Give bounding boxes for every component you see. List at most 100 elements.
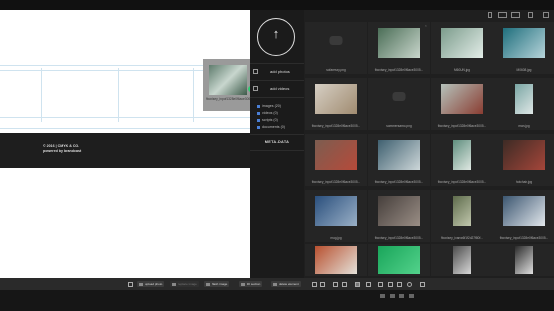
help-icon[interactable] bbox=[420, 282, 425, 287]
photo-icon bbox=[253, 69, 258, 74]
replace-icon bbox=[172, 282, 176, 286]
gallery-item-label: fboxisey_inpof1328e0f6ace3005... bbox=[374, 180, 424, 184]
gallery-item[interactable] bbox=[368, 244, 430, 276]
gallery-item[interactable]: M60UN.jpg bbox=[431, 22, 493, 74]
gallery-thumbnail bbox=[315, 140, 357, 170]
replace-image-button[interactable]: replace image bbox=[170, 281, 199, 287]
gallery-thumbnail bbox=[453, 246, 471, 274]
guide-line bbox=[0, 128, 250, 129]
gallery-item[interactable]: fboxisey_ivanw6f1f2d27f80f... bbox=[431, 190, 493, 242]
trash-icon[interactable] bbox=[528, 12, 533, 18]
publish-icon[interactable] bbox=[366, 282, 371, 287]
collapse-panel-icon[interactable] bbox=[543, 12, 549, 18]
dock-icon[interactable] bbox=[399, 294, 404, 298]
list-view-icon[interactable] bbox=[511, 12, 520, 18]
filter-scripts[interactable]: scripts (0) bbox=[257, 118, 278, 122]
desktop-view-icon[interactable] bbox=[333, 282, 338, 287]
gallery-item-label: hotchair.jpg bbox=[515, 180, 533, 184]
gallery-item[interactable]: × fboxisey_inpof1328e0f6ace3005... bbox=[368, 22, 430, 74]
gallery-item[interactable] bbox=[305, 244, 367, 276]
gallery-thumbnail bbox=[441, 84, 483, 114]
divider bbox=[250, 80, 304, 81]
divider bbox=[250, 150, 304, 151]
status-bar bbox=[0, 290, 554, 311]
image-placeholder-icon bbox=[329, 36, 343, 45]
download-icon[interactable] bbox=[488, 12, 492, 18]
divider bbox=[250, 97, 304, 98]
image-library-icon[interactable] bbox=[388, 282, 393, 287]
divider bbox=[250, 63, 304, 64]
drag-preview-image bbox=[209, 65, 247, 95]
gallery-item[interactable]: sofaresxy.png bbox=[305, 22, 367, 74]
undo-icon[interactable] bbox=[312, 282, 317, 287]
gallery-item[interactable] bbox=[431, 244, 493, 276]
gallery-toolbar bbox=[486, 12, 554, 22]
delete-icon bbox=[273, 282, 277, 286]
gallery-thumbnail bbox=[378, 28, 420, 58]
gallery-thumbnail bbox=[315, 196, 357, 226]
gallery-thumbnail bbox=[503, 140, 545, 170]
gallery-item-label: fboxisey_inpof1328e0f6ace3005... bbox=[437, 180, 487, 184]
grid-view-icon[interactable] bbox=[498, 12, 507, 18]
filter-videos[interactable]: videos (0) bbox=[257, 111, 278, 115]
upload-button[interactable]: ↑ bbox=[257, 18, 295, 56]
filter-images[interactable]: images (20) bbox=[257, 104, 281, 108]
gallery-item[interactable]: fboxisey_inpof1328e0f6ace3005... bbox=[305, 134, 367, 186]
dock-icon[interactable] bbox=[390, 294, 395, 298]
gallery-item-label: fboxisey_inpof1328e0f6ace3005... bbox=[499, 236, 549, 240]
footer-copyright: © 2016 | CMYK & CO. bbox=[43, 144, 80, 148]
gallery-thumbnail bbox=[378, 196, 420, 226]
preview-icon[interactable] bbox=[355, 282, 360, 287]
metadata-heading[interactable]: META-DATA bbox=[250, 140, 304, 144]
gallery-thumbnail bbox=[453, 196, 471, 226]
gallery-thumbnail bbox=[503, 28, 545, 58]
gallery-item[interactable]: fboxisey_inpof1328e0f6ace3005... bbox=[431, 78, 493, 130]
gallery-item-label: fboxisey_inpof1328e0f6ace3005... bbox=[437, 124, 487, 128]
gallery-thumbnail bbox=[515, 84, 533, 114]
gallery-item-label: fboxisey_inpof1328e0f6ace3005... bbox=[374, 68, 424, 72]
layers-icon[interactable] bbox=[397, 282, 402, 287]
add-photos-button[interactable]: add photos bbox=[270, 69, 290, 74]
gallery-item[interactable]: mug.jpg bbox=[305, 190, 367, 242]
site-footer[interactable]: © 2016 | CMYK & CO. powered by brandcast bbox=[0, 133, 250, 168]
divider bbox=[250, 134, 304, 135]
gallery-item-label: fboxisey_inpof1328e0f6ace3005... bbox=[374, 236, 424, 240]
remove-icon[interactable]: × bbox=[425, 23, 427, 28]
upload-photo-button[interactable]: upload photo bbox=[137, 281, 165, 287]
gallery-thumbnail bbox=[515, 246, 533, 274]
gallery-thumbnail bbox=[441, 28, 483, 58]
redo-icon[interactable] bbox=[320, 282, 325, 287]
upload-icon bbox=[139, 282, 143, 286]
add-videos-button[interactable]: add videos bbox=[270, 86, 289, 91]
menu-icon[interactable] bbox=[128, 282, 133, 287]
dock-icon[interactable] bbox=[409, 294, 414, 298]
filter-documents[interactable]: documents (0) bbox=[257, 125, 285, 129]
gallery-item-label: sofaresxy.png bbox=[326, 68, 346, 72]
flash-image-button[interactable]: flash image bbox=[204, 281, 230, 287]
gallery-item[interactable]: M0608.jpg bbox=[493, 22, 554, 74]
gallery-item[interactable]: hotchair.jpg bbox=[493, 134, 554, 186]
gallery-item[interactable]: fboxisey_inpof1328e0f6ace3005... bbox=[431, 134, 493, 186]
lift-icon bbox=[241, 282, 245, 286]
gallery-thumbnail bbox=[315, 246, 357, 274]
delete-element-button[interactable]: delete element bbox=[271, 281, 301, 287]
mobile-view-icon[interactable] bbox=[342, 282, 347, 287]
checkbox-icon bbox=[257, 118, 260, 122]
gallery-item[interactable]: sommersamo.png bbox=[368, 78, 430, 130]
image-placeholder-icon bbox=[392, 92, 406, 101]
checkbox-icon bbox=[257, 104, 260, 108]
gallery-item[interactable]: fboxisey_inpof1328e0f6ace3005... bbox=[305, 78, 367, 130]
gallery-item[interactable]: fboxisey_inpof1328e0f6ace3005... bbox=[493, 190, 554, 242]
dock-icon[interactable] bbox=[380, 294, 385, 298]
gallery-item[interactable] bbox=[493, 244, 554, 276]
drag-preview-caption: fboxisey_inpof1328e0f6ace3005... bbox=[206, 97, 255, 101]
guide-line bbox=[118, 68, 119, 122]
copy-icon[interactable] bbox=[378, 282, 383, 287]
gallery-item[interactable]: fboxisey_inpof1328e0f6ace3005... bbox=[368, 134, 430, 186]
gallery-item-label: sommersamo.png bbox=[386, 124, 412, 128]
gallery-item[interactable]: man.jpg bbox=[493, 78, 554, 130]
gallery-item[interactable]: fboxisey_inpof1328e0f6ace3005... bbox=[368, 190, 430, 242]
settings-icon[interactable] bbox=[407, 282, 412, 287]
checkbox-icon bbox=[257, 111, 260, 115]
lift-section-button[interactable]: lift section bbox=[239, 281, 263, 287]
